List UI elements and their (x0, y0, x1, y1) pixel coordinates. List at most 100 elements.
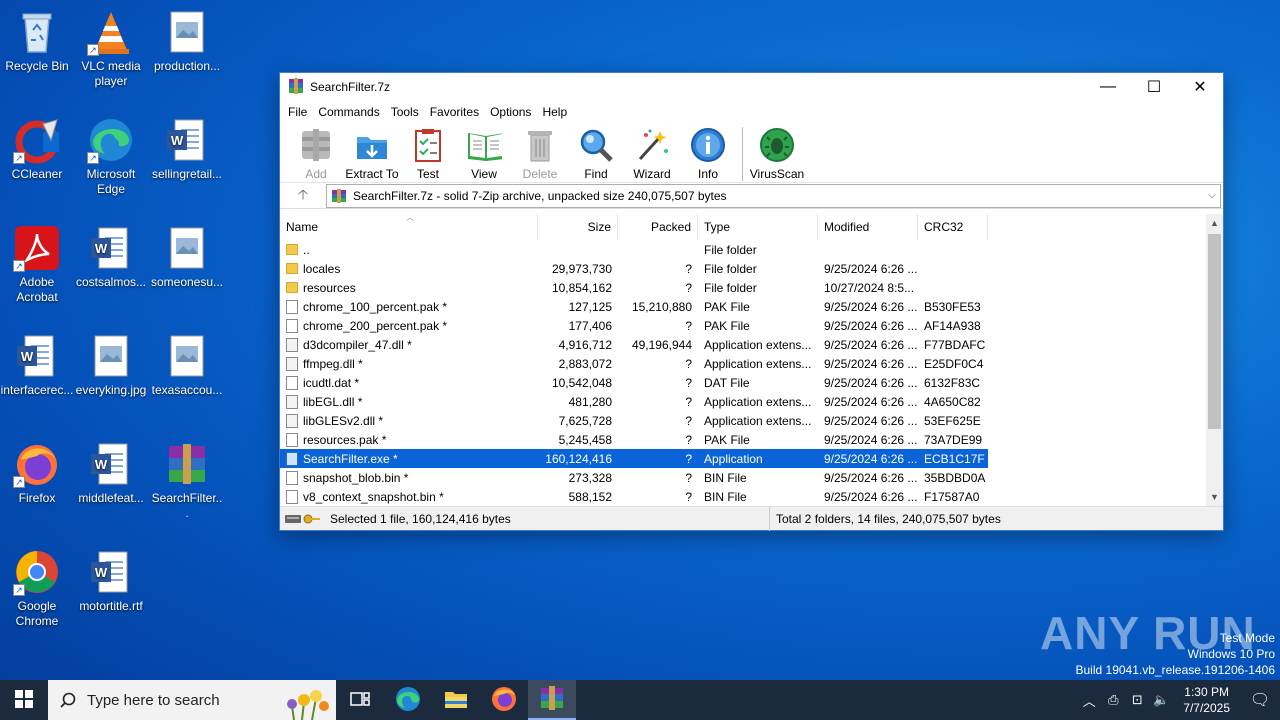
toolbar-extract-button[interactable]: Extract To (344, 127, 400, 181)
vertical-scrollbar[interactable]: ▲ ▼ (1206, 214, 1223, 506)
toolbar-wizard-button[interactable]: Wizard (624, 127, 680, 181)
menu-help[interactable]: Help (538, 105, 574, 119)
notification-icon[interactable]: 🗨 (1240, 690, 1280, 710)
desktop-icon-searchfilter[interactable]: SearchFilter... (150, 440, 224, 521)
desktop-icon-middlefeat[interactable]: W middlefeat... (74, 440, 148, 506)
clock[interactable]: 1:30 PM 7/7/2025 (1183, 684, 1230, 716)
cell-packed: ? (685, 394, 692, 409)
taskbar-edge-button[interactable] (384, 680, 432, 720)
column-size[interactable]: Size (538, 214, 618, 240)
cell-size: 588,152 (568, 489, 612, 504)
toolbar-delete-button[interactable]: Delete (512, 127, 568, 181)
title-bar[interactable]: SearchFilter.7z — ☐ ✕ (280, 73, 1223, 101)
desktop-icon-costsalmos[interactable]: W costsalmos... (74, 224, 148, 290)
menu-options[interactable]: Options (486, 105, 538, 119)
network-icon[interactable]: ⊡ (1125, 692, 1149, 708)
file-list-row[interactable]: ffmpeg.dll * 2,883,072? Application extens… (280, 354, 1223, 373)
desktop-icon-label: costsalmos... (75, 275, 147, 289)
shortcut-arrow-icon: ↗ (13, 260, 25, 272)
minimize-button[interactable]: — (1085, 73, 1131, 101)
cell-modified: 9/25/2024 6:26 ... (824, 318, 918, 333)
menu-commands[interactable]: Commands (314, 105, 386, 119)
volume-icon[interactable]: 🔈 (1149, 692, 1173, 708)
menu-file[interactable]: File (284, 105, 314, 119)
file-list-row[interactable]: snapshot_blob.bin * 273,328? BIN File 9/25/… (280, 468, 1223, 487)
cell-size: 29,973,730 (551, 261, 612, 276)
desktop-icon-production[interactable]: production... (150, 8, 224, 74)
file-list-row[interactable]: chrome_200_percent.pak * 177,406? PAK File… (280, 316, 1223, 335)
column-crc32[interactable]: CRC32 (918, 214, 988, 240)
desktop-icon-firefox[interactable]: ↗ Firefox (0, 440, 74, 506)
task-view-button[interactable] (336, 680, 384, 720)
desktop-icon-everyking[interactable]: everyking.jpg (74, 332, 148, 398)
toolbar-test-button[interactable]: Test (400, 127, 456, 181)
file-list-row[interactable]: libEGL.dll * 481,280? Application extens..… (280, 392, 1223, 411)
scroll-down-arrow-icon[interactable]: ▼ (1206, 488, 1223, 506)
cell-crc32: F77BDAFC (924, 337, 986, 352)
file-name: icudtl.dat * (303, 375, 360, 390)
desktop-icon-ccleaner[interactable]: ↗ CCleaner (0, 116, 74, 182)
file-list-row[interactable]: chrome_100_percent.pak * 127,125 15,210,88… (280, 297, 1223, 316)
file-name: v8_context_snapshot.bin * (303, 489, 444, 504)
desktop-icon-sellingretail[interactable]: W sellingretail... (150, 116, 224, 182)
desktop-icon-label: Adobe Acrobat (16, 275, 58, 304)
archive-path-field[interactable]: SearchFilter.7z - solid 7-Zip archive, u… (326, 183, 1221, 208)
file-list-row[interactable]: locales 29,973,730? File folder 9/25/2024 6… (280, 259, 1223, 278)
scroll-up-arrow-icon[interactable]: ▲ (1206, 214, 1223, 232)
start-button[interactable] (0, 680, 48, 720)
toolbar-info-button[interactable]: Info (680, 127, 736, 181)
file-list-row[interactable]: d3dcompiler_47.dll * 4,916,712 49,196,944 A… (280, 335, 1223, 354)
toolbar-virusscan-button[interactable]: VirusScan (749, 127, 805, 181)
file-list-row[interactable]: resources.pak * 5,245,458? PAK File 9/25/20… (280, 430, 1223, 449)
desktop-icon-chrome[interactable]: ↗ Google Chrome (0, 548, 74, 629)
toolbar-find-button[interactable]: Find (568, 127, 624, 181)
file-name: ffmpeg.dll * (303, 356, 363, 371)
maximize-button[interactable]: ☐ (1131, 73, 1177, 101)
cell-size: 273,328 (568, 470, 612, 485)
desktop-icon-recycle-bin[interactable]: Recycle Bin (0, 8, 74, 74)
cell-size: 10,542,048 (551, 375, 612, 390)
toolbar-add-button[interactable]: Add (288, 127, 344, 181)
column-type[interactable]: Type (698, 214, 818, 240)
file-list-row[interactable]: icudtl.dat * 10,542,048? DAT File 9/25/2024… (280, 373, 1223, 392)
cell-modified: 9/25/2024 6:26 ... (824, 394, 918, 409)
taskbar-search-box[interactable]: Type here to search (48, 680, 336, 720)
path-dropdown-button[interactable]: ⌵ (1204, 190, 1220, 201)
desktop-icon-edge[interactable]: ↗ Microsoft Edge (74, 116, 148, 197)
column-packed[interactable]: Packed (618, 214, 698, 240)
desktop-icon-interfacerec[interactable]: W interfacerec... (0, 332, 74, 398)
desktop-icon-acrobat[interactable]: ↗ Adobe Acrobat (0, 224, 74, 305)
file-list-row[interactable]: resources 10,854,162? File folder 10/27/202… (280, 278, 1223, 297)
scrollbar-thumb[interactable] (1208, 234, 1221, 429)
folder-icon (286, 244, 298, 255)
taskbar-explorer-button[interactable] (432, 680, 480, 720)
file-list-row[interactable]: SearchFilter.exe * 160,124,416? Applicatio… (280, 449, 988, 468)
close-button[interactable]: ✕ (1177, 73, 1223, 101)
chevron-up-icon[interactable]: ︿ (1077, 691, 1101, 710)
desktop-icon-someonesu[interactable]: someonesu... (150, 224, 224, 290)
toolbar-info-label: Info (697, 167, 718, 181)
up-one-level-button[interactable]: 🡡 (280, 184, 326, 208)
desktop-icon-motortitle[interactable]: W motortitle.rtf (74, 548, 148, 614)
file-list-row[interactable]: libGLESv2.dll * 7,625,728? Application ext… (280, 411, 1223, 430)
file-name: snapshot_blob.bin * (303, 470, 409, 485)
cell-packed: ? (685, 318, 692, 333)
cell-size: 177,406 (568, 318, 612, 333)
status-total-text: Total 2 folders, 14 files, 240,075,507 b… (776, 511, 1001, 526)
desktop-icon-texasaccou[interactable]: texasaccou... (150, 332, 224, 398)
menu-favorites[interactable]: Favorites (426, 105, 486, 119)
taskbar-firefox-button[interactable] (480, 680, 528, 720)
file-list-row[interactable]: .. File folder (280, 240, 1223, 259)
desktop-icon-vlc[interactable]: ↗ VLC media player (74, 8, 148, 89)
cell-type: Application extens... (704, 356, 812, 371)
toolbar-view-button[interactable]: View (456, 127, 512, 181)
file-list-row[interactable]: v8_context_snapshot.bin * 588,152? BIN Fil… (280, 487, 1223, 506)
file-list-rows: .. File folder locales 29,973,730? File fold… (280, 240, 1223, 506)
shortcut-arrow-icon: ↗ (87, 152, 99, 164)
column-modified[interactable]: Modified (818, 214, 918, 240)
network-monitor-icon[interactable]: ⎙ (1101, 692, 1125, 708)
cell-modified: 9/25/2024 6:26 ... (824, 337, 918, 352)
taskbar-winrar-button[interactable] (528, 680, 576, 720)
shortcut-arrow-icon: ↗ (87, 44, 99, 56)
menu-tools[interactable]: Tools (387, 105, 426, 119)
